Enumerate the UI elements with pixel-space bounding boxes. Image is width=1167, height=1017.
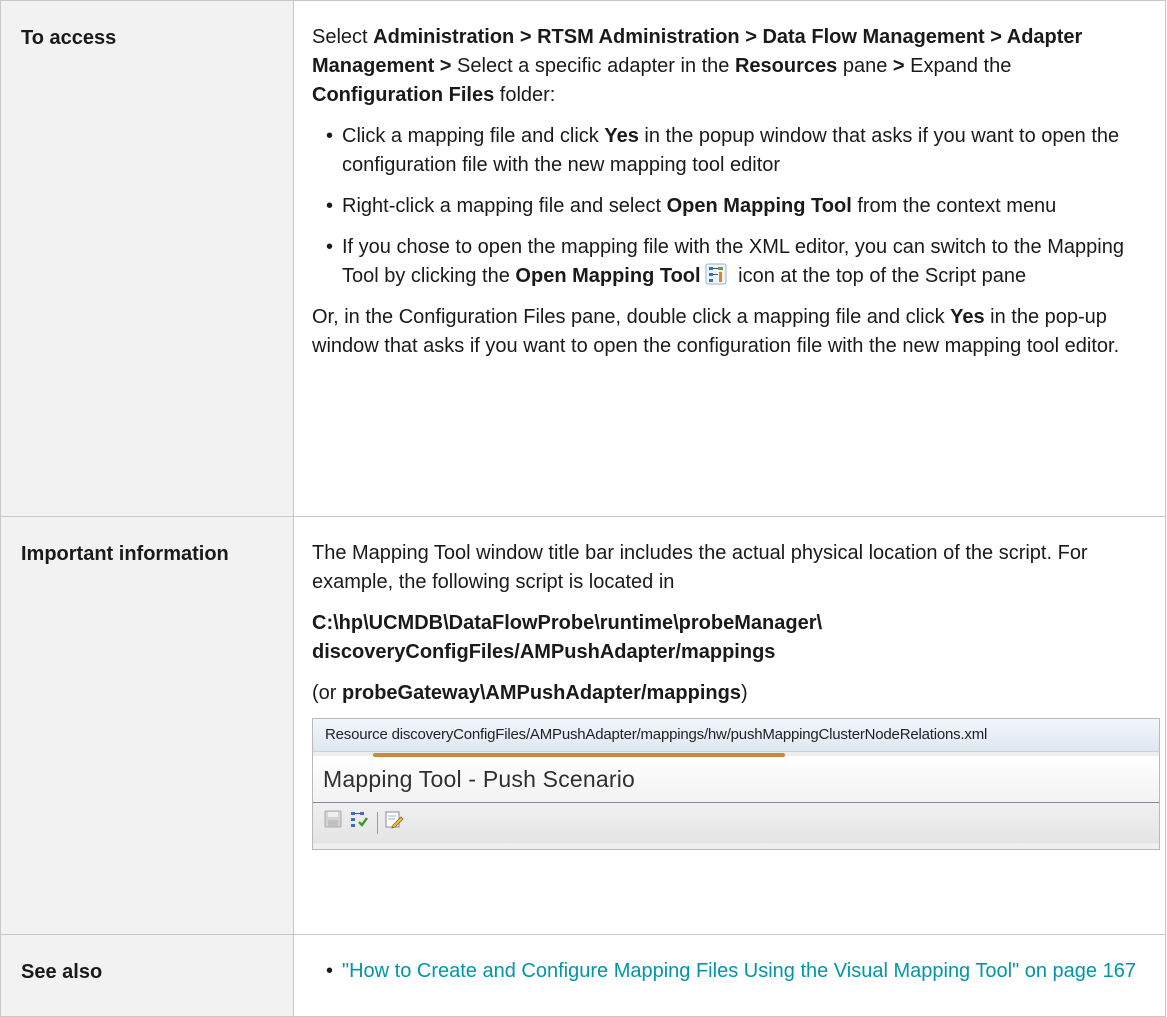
text: Click a mapping file and click xyxy=(342,125,605,147)
text: ) xyxy=(740,682,748,704)
access-outro: Or, in the Configuration Files pane, dou… xyxy=(312,303,1145,361)
see-also-link[interactable]: "How to Create and Configure Mapping Fil… xyxy=(342,960,1136,982)
row-to-access: To access Select Administration > RTSM A… xyxy=(0,0,1166,517)
script-path: C:\hp\UCMDB\DataFlowProbe\runtime\probeM… xyxy=(312,609,1145,667)
text: from the context menu xyxy=(851,195,1057,217)
row-content: "How to Create and Configure Mapping Fil… xyxy=(293,934,1166,1017)
info-table: To access Select Administration > RTSM A… xyxy=(0,0,1166,1017)
edit-script-icon[interactable] xyxy=(384,809,404,838)
text: icon at the top of the Script pane xyxy=(732,265,1027,287)
list-item: If you chose to open the mapping file wi… xyxy=(326,233,1145,291)
emphasis: Open Mapping Tool xyxy=(515,265,701,287)
access-bullets: Click a mapping file and click Yes in th… xyxy=(312,122,1145,291)
emphasis: Yes xyxy=(950,306,985,328)
save-icon[interactable] xyxy=(323,809,343,838)
text: Right-click a mapping file and select xyxy=(342,195,667,217)
list-item: Click a mapping file and click Yes in th… xyxy=(326,122,1145,180)
row-important-information: Important information The Mapping Tool w… xyxy=(0,516,1166,935)
text: pane xyxy=(837,55,893,77)
text: Select xyxy=(312,26,374,48)
toolbar xyxy=(313,803,1159,843)
open-mapping-tool-icon[interactable] xyxy=(349,809,369,838)
pane-name: Resources xyxy=(734,55,838,77)
text: Or, in the Configuration Files pane, dou… xyxy=(312,306,951,328)
text: folder: xyxy=(494,84,556,106)
row-label: To access xyxy=(0,0,294,517)
path-text: probeGateway\AMPushAdapter/mappings xyxy=(342,682,741,704)
path-text: C:\hp\UCMDB\DataFlowProbe\runtime\probeM… xyxy=(312,612,823,663)
access-intro: Select Administration > RTSM Administrat… xyxy=(312,23,1145,110)
window-title: Mapping Tool - Push Scenario xyxy=(313,756,1159,803)
alternate-path: (or probeGateway\AMPushAdapter/mappings) xyxy=(312,679,1145,708)
row-see-also: See also "How to Create and Configure Ma… xyxy=(0,934,1166,1017)
text: (or xyxy=(312,682,342,704)
separator: > xyxy=(892,55,905,77)
toolbar-separator xyxy=(377,812,378,834)
folder-name: Configuration Files xyxy=(312,84,495,106)
text: Expand the xyxy=(904,55,1012,77)
open-mapping-tool-icon xyxy=(705,263,727,285)
row-label: See also xyxy=(0,934,294,1017)
see-also-list: "How to Create and Configure Mapping Fil… xyxy=(312,957,1145,986)
row-content: Select Administration > RTSM Administrat… xyxy=(293,0,1166,517)
emphasis: Yes xyxy=(604,125,639,147)
mapping-tool-screenshot: Resource discoveryConfigFiles/AMPushAdap… xyxy=(312,718,1160,850)
row-label: Important information xyxy=(0,516,294,935)
text: Select a specific adapter in the xyxy=(451,55,735,77)
emphasis: Open Mapping Tool xyxy=(666,195,852,217)
list-item: Right-click a mapping file and select Op… xyxy=(326,192,1145,221)
highlight-underline xyxy=(373,753,785,757)
row-content: The Mapping Tool window title bar includ… xyxy=(293,516,1166,935)
resource-bar: Resource discoveryConfigFiles/AMPushAdap… xyxy=(313,719,1159,752)
list-item: "How to Create and Configure Mapping Fil… xyxy=(326,957,1145,986)
important-text: The Mapping Tool window title bar includ… xyxy=(312,542,1088,593)
